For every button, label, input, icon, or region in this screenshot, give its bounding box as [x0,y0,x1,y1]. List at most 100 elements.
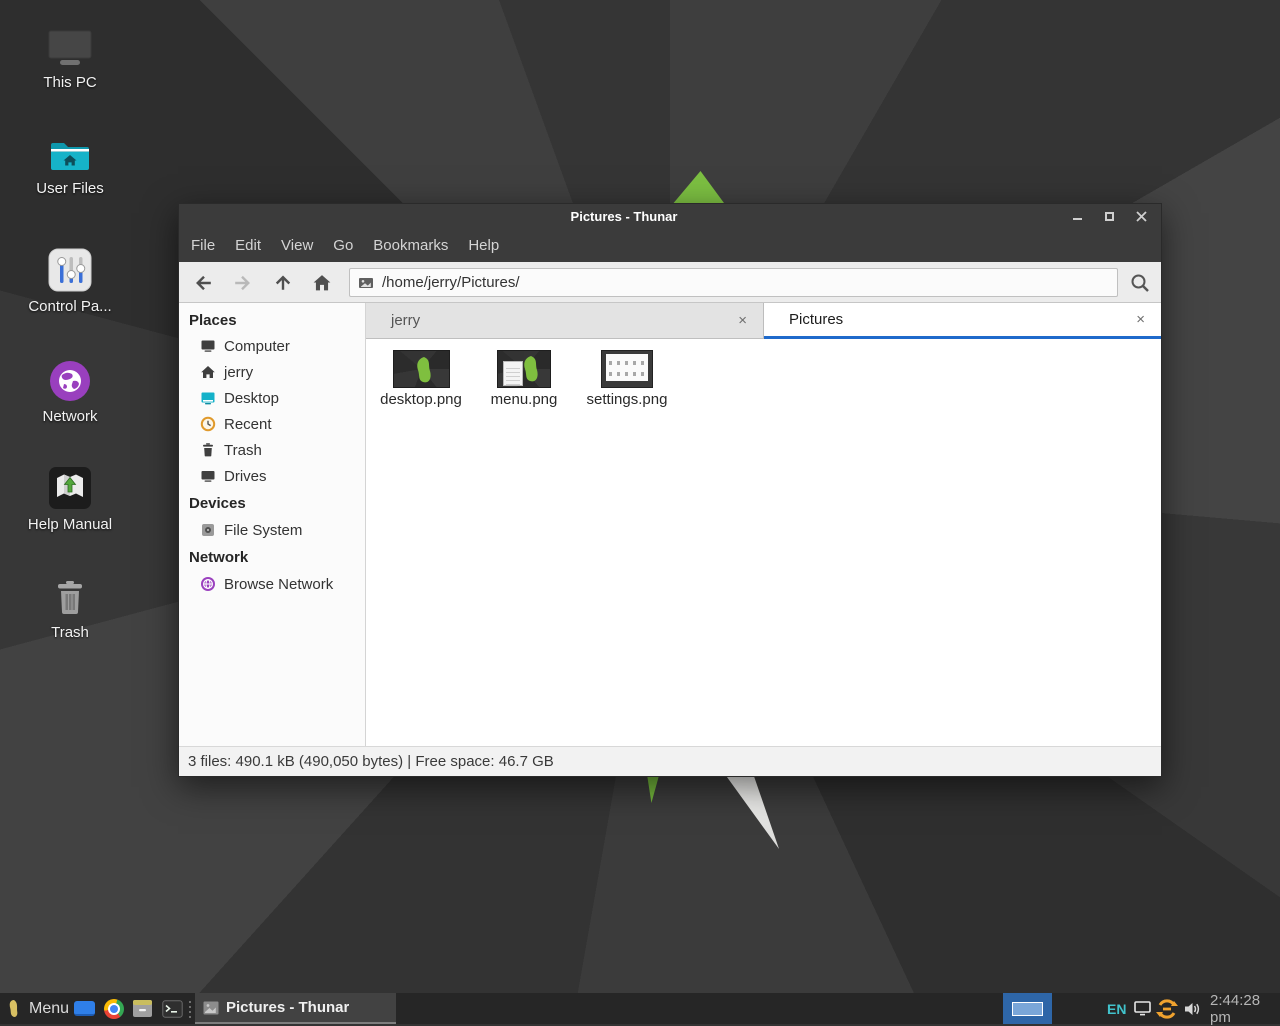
maximize-button[interactable] [1099,204,1119,229]
desktop-icon-help-manual[interactable]: Help Manual [10,466,130,533]
desktop-png-thumbnail [393,350,450,388]
taskbar: Menu Pictures - Thunar EN [0,993,1280,1024]
tab-pictures[interactable]: Pictures × [764,303,1161,339]
toolbar: /home/jerry/Pictures/ [179,262,1161,303]
desktop-icon-control-panel[interactable]: Control Pa... [10,248,130,315]
terminal-launcher[interactable] [162,993,183,1024]
sidebar-item-computer[interactable]: Computer [179,333,365,359]
file-menu-png[interactable]: menu.png [476,350,572,408]
sidebar: Places Computer jerry [179,303,366,746]
show-desktop-launcher[interactable] [74,993,95,1024]
image-file-icon [203,1001,219,1015]
menu-png-thumbnail [497,350,551,388]
sidebar-item-desktop[interactable]: Desktop [179,385,365,411]
sidebar-item-recent[interactable]: Recent [179,411,365,437]
tab-close-icon[interactable]: × [1136,312,1145,327]
back-arrow-icon [193,272,215,294]
sidebar-item-browse-network[interactable]: Browse Network [179,571,365,597]
desktop-icon-this-pc[interactable]: This PC [10,28,130,91]
sidebar-item-label: Drives [224,468,267,485]
file-settings-png[interactable]: settings.png [579,350,675,408]
start-menu-button[interactable] [6,993,23,1024]
menu-file[interactable]: File [181,229,225,262]
browser-launcher[interactable] [104,993,124,1024]
menu-go[interactable]: Go [323,229,363,262]
desktop-icon-label: Help Manual [10,516,130,533]
file-list-view[interactable]: desktop.png menu.png settings.p [366,339,1161,746]
taskbar-window-button[interactable]: Pictures - Thunar [195,993,396,1024]
menu-panel-detail [503,361,523,386]
desktop-monitor-icon [199,390,216,407]
drives-icon [199,468,216,485]
workspace-switcher[interactable] [1003,993,1052,1024]
up-button[interactable] [271,271,295,295]
path-bar[interactable]: /home/jerry/Pictures/ [349,268,1118,297]
file-desktop-png[interactable]: desktop.png [373,350,469,408]
desktop-icon-label: User Files [10,180,130,197]
menu-help[interactable]: Help [458,229,509,262]
chrome-icon [104,999,124,1019]
help-manual-icon [10,466,130,510]
file-cabinet-icon [132,999,153,1018]
desktop-icon-network[interactable]: Network [10,360,130,425]
menubar: File Edit View Go Bookmarks Help [179,229,1161,262]
menu-view[interactable]: View [271,229,323,262]
sidebar-item-label: Computer [224,338,290,355]
sidebar-item-label: Recent [224,416,272,433]
display-settings-tray[interactable] [1133,993,1152,1024]
window-titlebar[interactable]: Pictures - Thunar [179,204,1161,229]
close-button[interactable] [1131,204,1151,229]
home-button[interactable] [310,271,334,295]
desktop-icon-trash[interactable]: Trash [10,578,130,641]
forward-arrow-icon [231,272,253,294]
file-manager-launcher[interactable] [132,993,153,1024]
minimize-button[interactable] [1067,204,1087,229]
home-icon [311,272,333,294]
search-button[interactable] [1128,271,1152,295]
window-title: Pictures - Thunar [179,204,1069,229]
desktop-icon-label: This PC [10,74,130,91]
start-menu-label[interactable]: Menu [29,993,69,1024]
sidebar-item-trash[interactable]: Trash [179,437,365,463]
settings-png-thumbnail [601,350,653,388]
file-name: menu.png [476,391,572,408]
browse-network-globe-icon [199,576,216,593]
clock[interactable]: 2:44:28 pm [1210,993,1280,1024]
home-icon [199,364,216,381]
settings-window-detail [606,354,648,381]
sidebar-item-jerry[interactable]: jerry [179,359,365,385]
search-icon [1129,272,1151,294]
desktop-icon-label: Network [10,408,130,425]
sidebar-item-drives[interactable]: Drives [179,463,365,489]
up-arrow-icon [272,272,294,294]
back-button[interactable] [192,271,216,295]
sidebar-item-label: Trash [224,442,262,459]
menu-edit[interactable]: Edit [225,229,271,262]
taskbar-window-label: Pictures - Thunar [226,999,349,1016]
sidebar-item-file-system[interactable]: File System [179,517,365,543]
desktop-icon-label: Trash [10,624,130,641]
sidebar-header-network: Network [179,543,365,571]
volume-tray[interactable] [1183,993,1202,1024]
thunar-window: Pictures - Thunar File Edit View Go Book… [178,203,1162,777]
recent-clock-icon [199,416,216,433]
sidebar-header-devices: Devices [179,489,365,517]
tab-label: jerry [391,312,420,329]
terminal-icon [162,1000,183,1018]
tab-jerry[interactable]: jerry × [366,303,764,339]
keyboard-layout-indicator[interactable]: EN [1107,993,1126,1024]
trash-can-icon [10,578,130,618]
tab-close-icon[interactable]: × [738,313,747,328]
status-text: 3 files: 490.1 kB (490,050 bytes) | Free… [188,753,554,770]
image-folder-icon [358,275,374,291]
menu-bookmarks[interactable]: Bookmarks [363,229,458,262]
network-globe-icon [10,360,130,402]
forward-button[interactable] [230,271,254,295]
sidebar-header-places: Places [179,309,365,333]
desktop-icon-user-files[interactable]: User Files [10,138,130,197]
show-desktop-icon [74,1001,95,1016]
update-manager-tray[interactable] [1155,993,1179,1024]
tab-label: Pictures [789,311,843,328]
sidebar-item-label: Browse Network [224,576,333,593]
user-files-folder-icon [10,138,130,174]
